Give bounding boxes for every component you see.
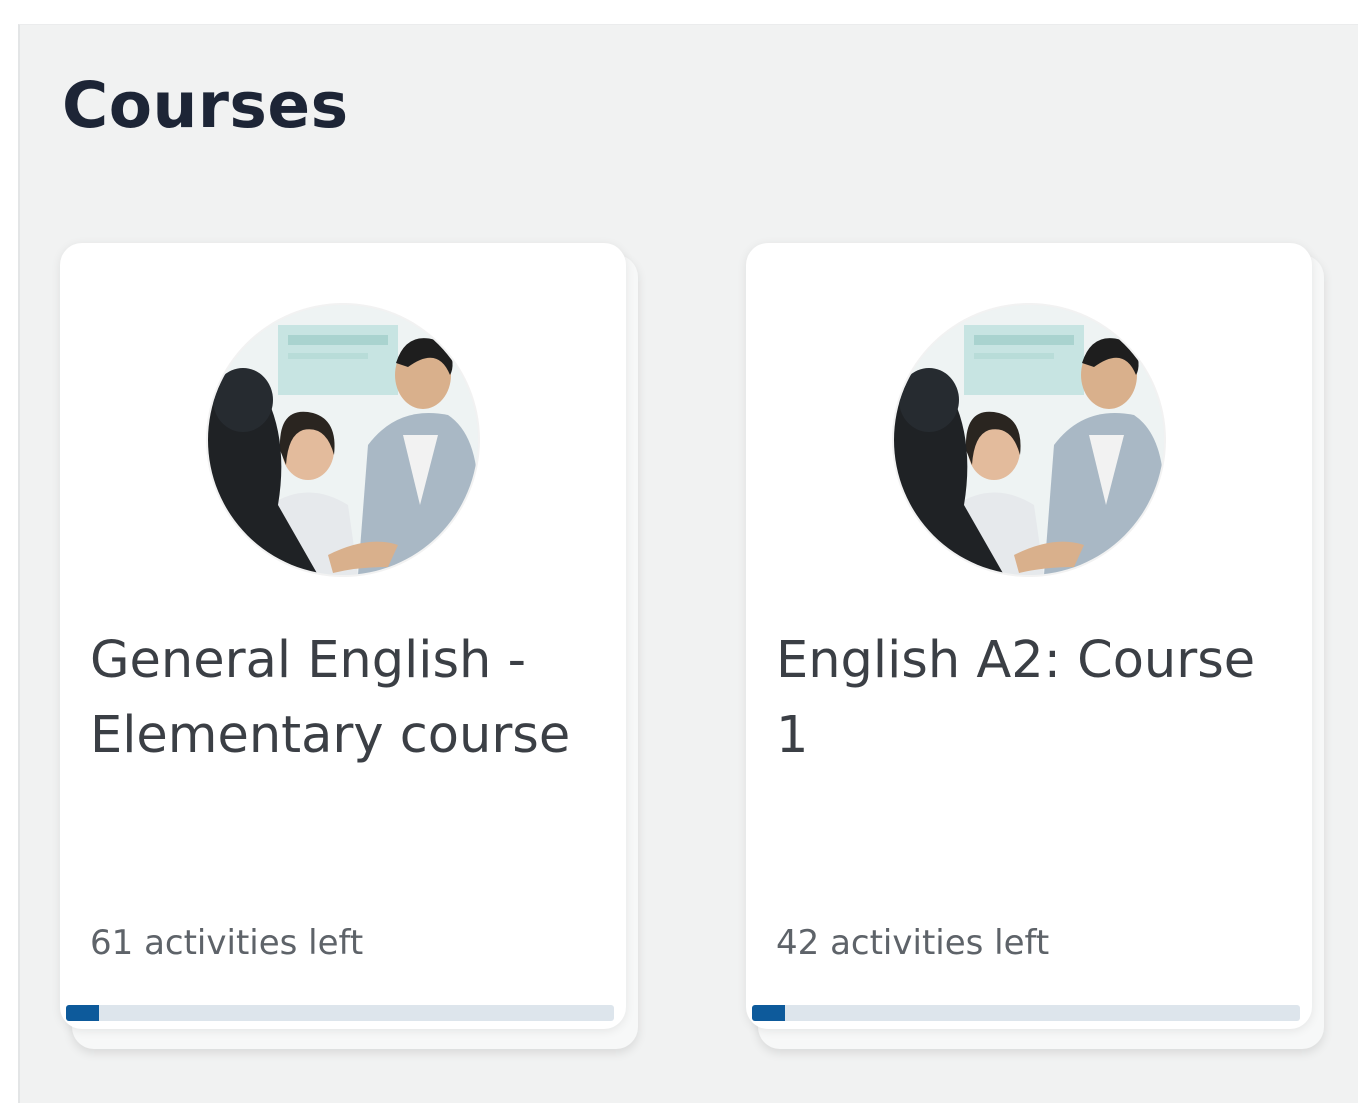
course-card[interactable]: English A2: Course 1 42 activities left [746, 243, 1312, 1029]
progress-fill [752, 1005, 785, 1021]
course-card[interactable]: General English - Elementary course 61 a… [60, 243, 626, 1029]
progress-fill [66, 1005, 99, 1021]
course-card-wrapper: English A2: Course 1 42 activities left [746, 243, 1324, 1049]
course-title[interactable]: General English - Elementary course [90, 623, 590, 773]
courses-panel: Courses General English - Elementary cou… [18, 24, 1358, 1103]
course-title[interactable]: English A2: Course 1 [776, 623, 1276, 773]
course-card-wrapper: General English - Elementary course 61 a… [60, 243, 638, 1049]
course-progress-bar [66, 1005, 614, 1021]
course-progress-bar [752, 1005, 1300, 1021]
course-thumbnail-image [208, 305, 478, 575]
page-title: Courses [62, 69, 349, 142]
course-thumbnail-image [894, 305, 1164, 575]
activities-left-text: 42 activities left [776, 923, 1050, 963]
activities-left-text: 61 activities left [90, 923, 364, 963]
